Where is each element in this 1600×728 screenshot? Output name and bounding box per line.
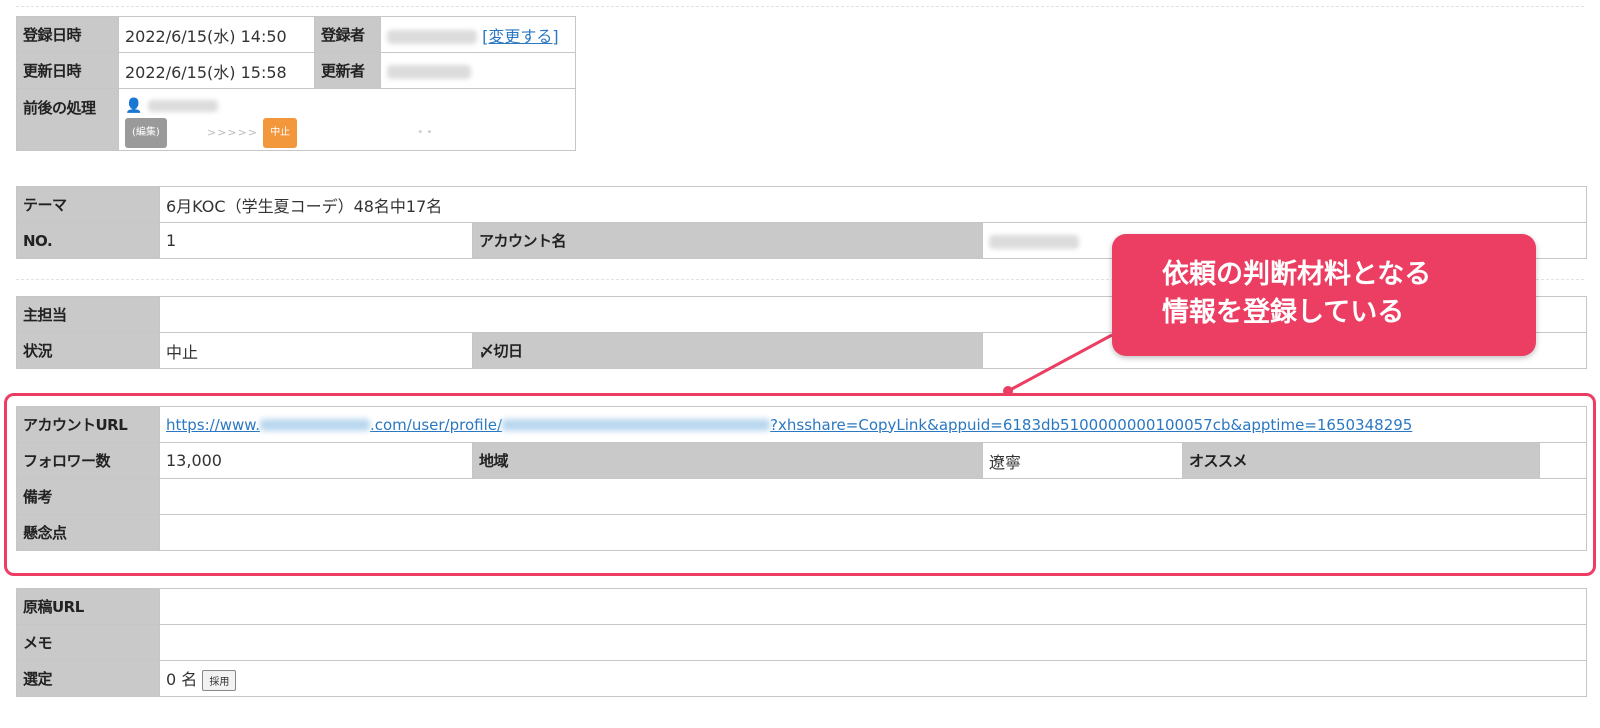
highlight-frame [4,393,1596,576]
process-user: 👤 [125,93,569,118]
state-label: 状況 [16,332,160,369]
creator-label: 登録者 [314,16,381,53]
change-creator-link[interactable]: [変更する] [482,27,559,46]
no-value: 1 [159,222,473,259]
meta-table: 登録日時 2022/6/15(水) 14:50 登録者 [変更する] 更新日時 … [16,16,576,151]
updated-value: 2022/6/15(水) 15:58 [118,52,315,89]
user-icon: 👤 [125,97,143,114]
draft-url-label: 原稿URL [16,588,160,625]
process-arrows: >>>>> [207,125,259,139]
selection-count: 0 名 [166,670,198,689]
top-divider [16,6,1584,7]
owner-label: 主担当 [16,296,160,333]
no-label: NO. [16,222,160,259]
theme-label: テーマ [16,186,160,223]
callout-box: 依頼の判断材料となる 情報を登録している [1112,234,1536,356]
process-flow: (編集) >>>>> 中止 • • [125,117,569,148]
process-tag-stop[interactable]: 中止 [263,117,298,148]
callout-line2: 情報を登録している [1162,297,1405,328]
draft-table: 原稿URL メモ 選定 0 名 採用 [16,588,1587,697]
memo-value [159,624,1587,661]
process-dots: • • [417,126,433,138]
selection-label: 選定 [16,660,160,697]
selection-cell: 0 名 採用 [159,660,1587,697]
memo-label: メモ [16,624,160,661]
process-tag-edit[interactable]: (編集) [125,117,167,148]
deadline-label: 〆切日 [472,332,983,369]
updater-label: 更新者 [314,52,381,89]
updated-label: 更新日時 [16,52,119,89]
adopt-button[interactable]: 採用 [202,670,237,691]
account-name-value [989,234,1079,249]
draft-url-value [159,588,1587,625]
process-user-name [147,99,218,112]
updater-name [387,64,471,79]
created-label: 登録日時 [16,16,119,53]
updater-cell [380,52,576,89]
process-label: 前後の処理 [16,88,119,151]
callout-line1: 依頼の判断材料となる [1162,259,1432,290]
account-name-label: アカウント名 [472,222,983,259]
theme-value: 6月KOC（学生夏コーデ）48名中17名 [158,186,1588,223]
creator-cell: [変更する] [380,16,576,53]
creator-name [387,30,477,44]
process-cell: 👤 (編集) >>>>> 中止 • • [118,88,576,151]
state-value: 中止 [159,332,473,369]
created-value: 2022/6/15(水) 14:50 [118,16,315,53]
